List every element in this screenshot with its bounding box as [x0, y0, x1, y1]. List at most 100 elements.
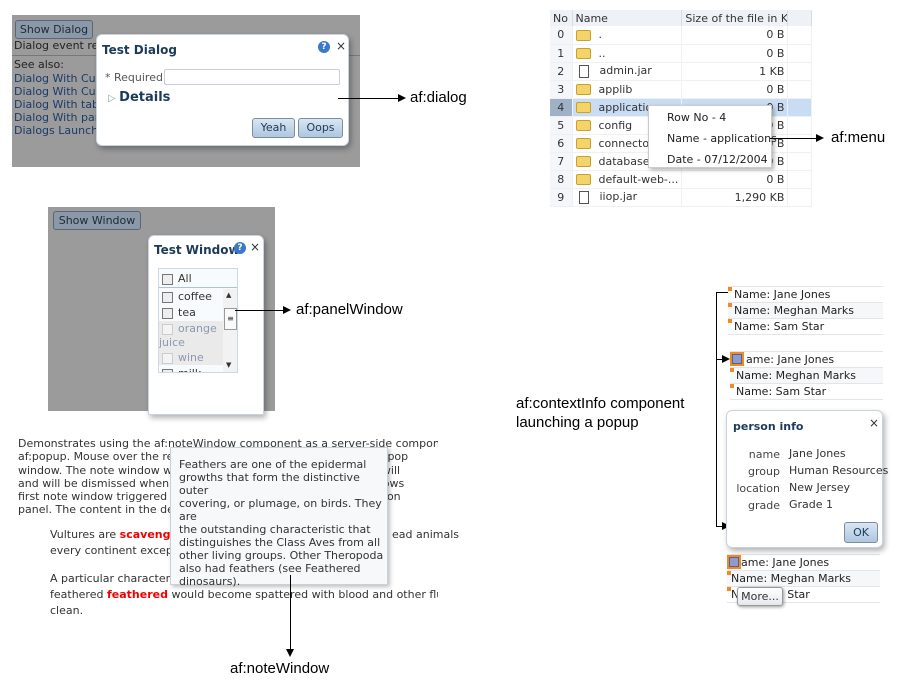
show-dialog-button[interactable]: Show Dialog	[15, 20, 93, 39]
label: All	[178, 272, 192, 285]
field-label: group	[748, 465, 780, 478]
link[interactable]: Dialog With pane	[14, 111, 108, 124]
checkbox-all[interactable]: All	[162, 272, 192, 285]
checkbox-coffee[interactable]: coffee	[162, 290, 212, 303]
context-marker-icon	[730, 384, 734, 388]
help-icon[interactable]: ?	[234, 242, 246, 254]
callout-af-dialog: af:dialog	[410, 89, 467, 106]
table-row[interactable]: 1.. 0 B	[550, 44, 812, 63]
table-row[interactable]: 0. 0 B	[550, 26, 812, 45]
callout-context-info-line1: af:contextInfo component	[516, 395, 685, 412]
list-item[interactable]: Name: Meghan Marks	[728, 303, 883, 319]
name: Name: Meghan Marks	[736, 369, 856, 382]
ok-button[interactable]: OK	[844, 522, 878, 543]
scroll-down-icon[interactable]: ▼	[226, 361, 231, 369]
file-name: default-web-...	[598, 172, 679, 186]
list-item[interactable]: Name: Sam Star	[730, 384, 883, 400]
close-icon[interactable]: ×	[869, 416, 879, 430]
cell-size: 0 B	[681, 44, 789, 63]
cell-no: 4	[550, 98, 573, 117]
table-row[interactable]: 8 default-web-... 0 B	[550, 170, 812, 189]
show-window-button[interactable]: Show Window	[53, 211, 141, 230]
cell-name: default-web-...	[572, 170, 683, 189]
folder-icon	[575, 156, 591, 167]
more-button[interactable]: More...	[737, 587, 783, 606]
context-info-icon[interactable]	[730, 352, 744, 366]
scrollbar[interactable]: ▲ ≡ ▼	[223, 289, 237, 372]
text: feathered	[50, 588, 107, 601]
scroll-up-icon[interactable]: ▲	[226, 291, 231, 299]
cell-name: admin.jar	[572, 62, 683, 81]
context-marker-icon	[728, 287, 732, 291]
callout-af-panelwindow: af:panelWindow	[296, 301, 403, 318]
text: clean.	[50, 604, 84, 617]
note-line: also had feathers (see Feathered	[179, 562, 361, 575]
note-trigger-feathered[interactable]: feathered	[107, 588, 168, 601]
cell-size: 0 B	[681, 26, 789, 45]
cell-no: 2	[550, 62, 573, 81]
link[interactable]: Dialog With table	[14, 98, 109, 111]
column-header-size[interactable]: Size of the file in Kilo B	[681, 10, 789, 26]
note-line: distinguishes the Class Aves from all	[179, 536, 381, 549]
cell-name: applib	[572, 80, 683, 99]
menu-item-name[interactable]: Name - applications	[667, 132, 777, 145]
table-row[interactable]: 2 admin.jar 1 KB	[550, 62, 812, 81]
list-item[interactable]: ame: Jane Jones	[727, 555, 880, 571]
label-juice: juice	[159, 336, 185, 349]
disclosure-triangle-icon: ▷	[108, 93, 120, 104]
cell-blank	[787, 62, 812, 81]
file-name: config	[598, 118, 633, 132]
cell-size: 0 B	[681, 80, 789, 99]
text: Vultures are	[50, 528, 120, 541]
callout-context-info-line2: launching a popup	[516, 414, 639, 431]
checkbox-tea[interactable]: tea	[162, 306, 196, 319]
bracket-line	[716, 292, 717, 526]
note-window: Feathers are one of the epidermal growth…	[170, 447, 388, 588]
checkbox-milk[interactable]: milk	[162, 367, 201, 372]
test-dialog: Test Dialog ? × * Required ▷ Details Yea…	[96, 34, 349, 146]
required-input[interactable]	[164, 69, 340, 85]
column-header-no[interactable]: No	[550, 10, 573, 26]
list-item[interactable]: Name: Meghan Marks	[727, 571, 880, 587]
arrow-icon	[398, 94, 406, 102]
yeah-button[interactable]: Yeah	[252, 118, 295, 138]
menu-item-row-no[interactable]: Row No - 4	[667, 111, 726, 124]
cell-name: ..	[572, 44, 683, 63]
note-line: other living groups. Other Theropoda	[179, 549, 384, 562]
required-label: * Required	[105, 71, 163, 84]
window-title: Test Window	[154, 243, 240, 257]
person-list-1: Name: Jane Jones Name: Meghan Marks Name…	[728, 286, 883, 335]
cell-blank	[787, 44, 812, 63]
cell-no: 9	[550, 188, 573, 207]
table-row[interactable]: 3 applib 0 B	[550, 80, 812, 99]
cell-size: 0 B	[681, 170, 789, 189]
close-icon[interactable]: ×	[250, 240, 260, 254]
checkbox-orange-juice: orange	[162, 322, 217, 335]
list-item[interactable]: ame: Jane Jones	[730, 352, 883, 368]
table-row[interactable]: 9 iiop.jar 1,290 KB	[550, 188, 812, 207]
help-icon[interactable]: ?	[318, 41, 330, 53]
arrow-icon	[816, 134, 824, 142]
field-value: New Jersey	[789, 481, 851, 494]
cell-no: 5	[550, 116, 573, 135]
list-item[interactable]: Name: Jane Jones	[728, 287, 883, 303]
folder-icon	[575, 29, 591, 41]
list-item[interactable]: Name: Sam Star	[728, 319, 883, 335]
cell-size: 1,290 KB	[681, 188, 789, 207]
details-label: Details	[119, 90, 171, 105]
cell-blank	[787, 152, 812, 171]
context-info-icon[interactable]	[727, 555, 741, 569]
oops-button[interactable]: Oops	[298, 118, 343, 138]
dialog-title: Test Dialog	[102, 43, 177, 57]
arrow-icon	[722, 355, 730, 363]
column-header-name[interactable]: Name	[572, 10, 683, 26]
details-disclosure[interactable]: ▷ Details	[108, 90, 170, 105]
list-item[interactable]: Name: Meghan Marks	[730, 368, 883, 384]
person-info-popup: person info × name Jane Jones group Huma…	[726, 410, 888, 548]
divider	[159, 287, 237, 288]
checkbox-icon	[162, 323, 173, 335]
close-icon[interactable]: ×	[336, 39, 346, 53]
scroll-thumb[interactable]: ≡	[224, 308, 237, 330]
menu-item-date[interactable]: Date - 07/12/2004	[667, 153, 768, 166]
context-marker-icon	[727, 571, 731, 575]
